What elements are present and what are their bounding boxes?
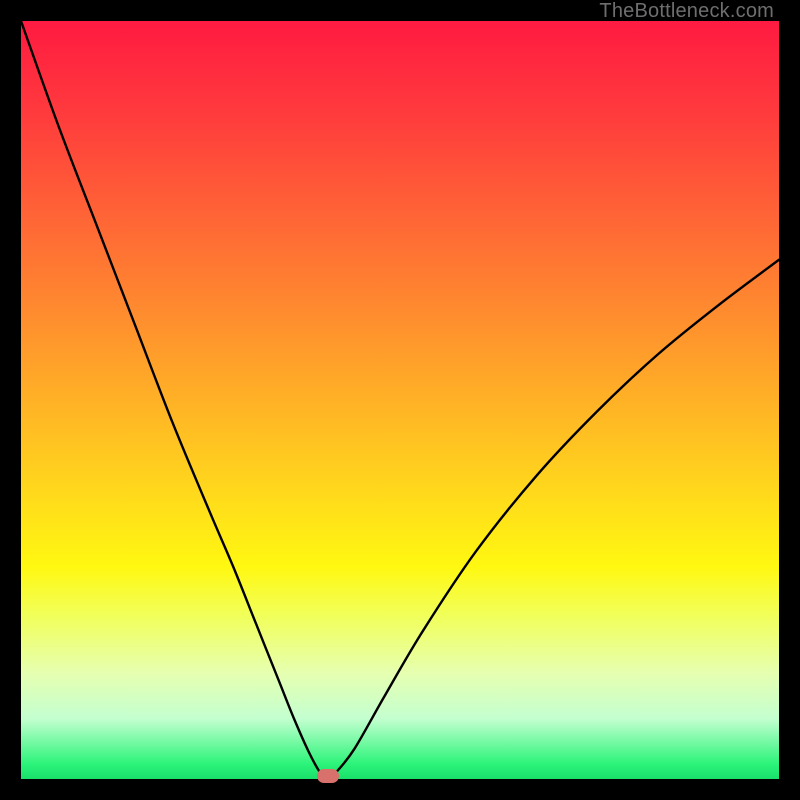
optimal-point-marker [317, 769, 339, 783]
plot-area [21, 21, 779, 779]
chart-frame: TheBottleneck.com [0, 0, 800, 800]
watermark-text: TheBottleneck.com [599, 0, 774, 23]
bottleneck-curve [21, 21, 779, 779]
curve-svg [21, 21, 779, 779]
